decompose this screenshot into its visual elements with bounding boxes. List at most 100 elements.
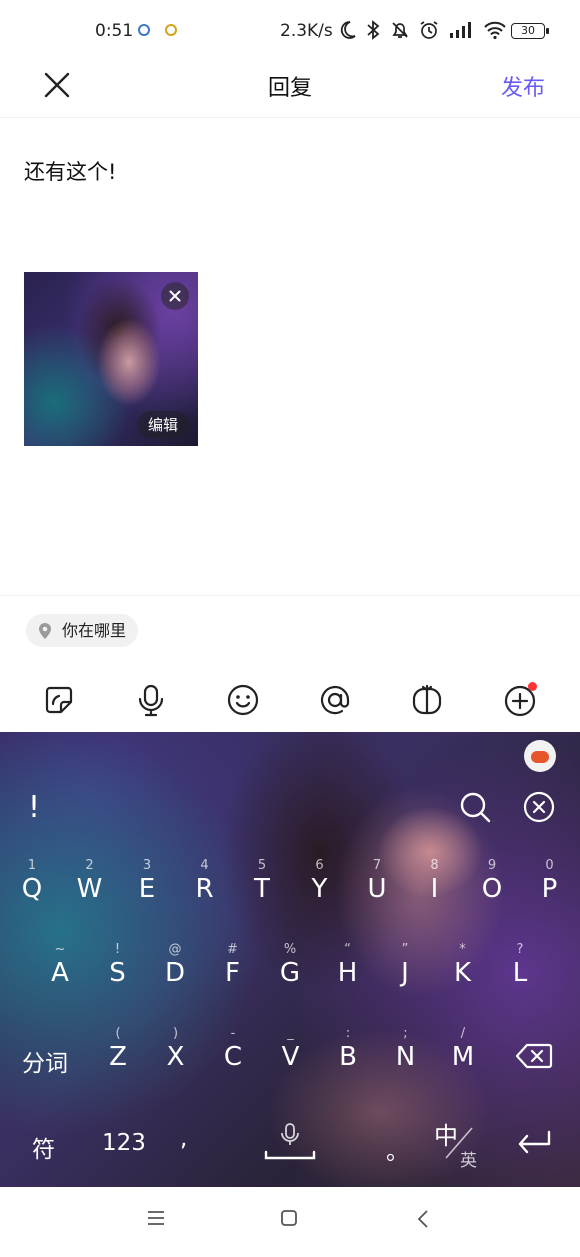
close-circle-icon: [523, 791, 555, 823]
keyboard-close-button[interactable]: [522, 790, 556, 824]
key-hint: %: [283, 942, 297, 957]
more-options-button[interactable]: [502, 682, 538, 718]
key-s[interactable]: ! S: [98, 942, 138, 988]
attached-image[interactable]: 编辑: [24, 272, 198, 446]
notification-dot: [528, 682, 537, 691]
status-time: 0:51: [95, 21, 134, 41]
key-hint: !: [114, 942, 121, 957]
key-g[interactable]: % G: [270, 942, 310, 988]
at-sign-icon: [320, 685, 350, 715]
key-char: O: [481, 874, 503, 904]
topic-button[interactable]: [409, 682, 445, 718]
key-char: H: [337, 958, 358, 988]
edit-image-button[interactable]: 编辑: [136, 411, 189, 438]
key-hint: 1: [27, 858, 37, 873]
key-l[interactable]: ? L: [500, 942, 540, 988]
key-p[interactable]: 0P: [530, 858, 570, 904]
key-o[interactable]: 9O: [472, 858, 512, 904]
key-c[interactable]: -C: [213, 1026, 253, 1072]
language-switch-key[interactable]: 中 英: [434, 1116, 484, 1171]
enter-key[interactable]: [516, 1130, 552, 1162]
key-m[interactable]: / M: [443, 1026, 483, 1072]
key-w[interactable]: 2W: [70, 858, 110, 904]
key-t[interactable]: 5T: [242, 858, 282, 904]
key-char: C: [223, 1042, 243, 1072]
key-k[interactable]: * K: [443, 942, 483, 988]
key-char: M: [451, 1042, 475, 1072]
key-hint: ~: [54, 942, 66, 957]
key-a[interactable]: ~ A: [40, 942, 80, 988]
back-button[interactable]: [416, 1209, 430, 1233]
key-n[interactable]: ; N: [386, 1026, 426, 1072]
key-r[interactable]: 4R: [185, 858, 225, 904]
lang-alt-label: 英: [460, 1151, 477, 1171]
location-chip[interactable]: 你在哪里: [26, 614, 139, 647]
key-y[interactable]: 6Y: [300, 858, 340, 904]
topic-icon: [412, 684, 442, 715]
sticker-button[interactable]: [41, 682, 77, 718]
key-j[interactable]: ” J: [385, 942, 425, 988]
key-hint: _: [287, 1026, 294, 1041]
key-b[interactable]: :B: [328, 1026, 368, 1072]
key-char: V: [281, 1042, 300, 1072]
key-hint: 5: [257, 858, 267, 873]
network-speed: 2.3K/s: [280, 21, 333, 41]
key-char: N: [395, 1042, 416, 1072]
remove-image-button[interactable]: [161, 282, 189, 310]
numbers-key[interactable]: 123: [102, 1130, 146, 1156]
backspace-icon: [515, 1043, 553, 1069]
segment-key[interactable]: 分词: [22, 1044, 68, 1078]
key-f[interactable]: # F: [213, 942, 253, 988]
key-v[interactable]: _ V: [271, 1026, 311, 1072]
comma-key[interactable]: ,: [180, 1126, 187, 1152]
key-char: B: [339, 1042, 357, 1072]
compose-toolbar: [0, 676, 580, 726]
key-char: Y: [311, 874, 328, 904]
back-chevron-icon: [417, 1210, 428, 1228]
status-bar: 0:51 2.3K/s 30: [0, 0, 580, 60]
key-h[interactable]: “H: [328, 942, 368, 988]
key-z[interactable]: (Z: [98, 1026, 138, 1072]
emoji-button[interactable]: [225, 682, 261, 718]
key-char: G: [279, 958, 301, 988]
top-bar: 回复 发布: [0, 60, 580, 118]
reply-text-input[interactable]: 还有这个!: [24, 156, 116, 186]
space-key[interactable]: [264, 1120, 316, 1170]
symbols-key[interactable]: 符: [32, 1130, 55, 1164]
key-hint: 7: [372, 858, 382, 873]
alarm-icon: [420, 21, 438, 39]
home-button[interactable]: [280, 1209, 298, 1231]
mention-button[interactable]: [317, 682, 353, 718]
key-hint: 9: [487, 858, 497, 873]
keyboard-mascot-button[interactable]: [524, 740, 556, 772]
key-i[interactable]: 8I: [415, 858, 455, 904]
voice-button[interactable]: [133, 682, 169, 718]
backspace-key[interactable]: [515, 1042, 553, 1076]
publish-button[interactable]: 发布: [501, 70, 545, 102]
keyboard-search-button[interactable]: [458, 790, 492, 824]
close-icon: [169, 290, 181, 302]
period-key[interactable]: 。: [386, 1132, 409, 1166]
key-hint: ”: [401, 942, 409, 957]
key-hint: -: [230, 1026, 236, 1041]
recent-apps-button[interactable]: [146, 1209, 166, 1231]
menu-icon: [148, 1211, 164, 1225]
key-u[interactable]: 7U: [357, 858, 397, 904]
key-hint: @: [168, 942, 182, 957]
key-hint: “: [344, 942, 351, 957]
key-char: D: [164, 958, 186, 988]
battery-indicator: 30: [511, 23, 549, 39]
key-e[interactable]: 3E: [127, 858, 167, 904]
microphone-icon: [264, 1123, 316, 1160]
signal-icon: [450, 22, 471, 38]
key-char: X: [166, 1042, 185, 1072]
key-hint: 4: [200, 858, 209, 873]
key-d[interactable]: @ D: [155, 942, 195, 988]
home-square-icon: [281, 1210, 297, 1226]
exclamation-key[interactable]: !: [28, 790, 40, 825]
key-hint: *: [459, 942, 466, 957]
key-char: K: [453, 958, 472, 988]
key-q[interactable]: 1Q: [12, 858, 52, 904]
location-pin-icon: [39, 623, 51, 639]
key-x[interactable]: ) X: [156, 1026, 196, 1072]
